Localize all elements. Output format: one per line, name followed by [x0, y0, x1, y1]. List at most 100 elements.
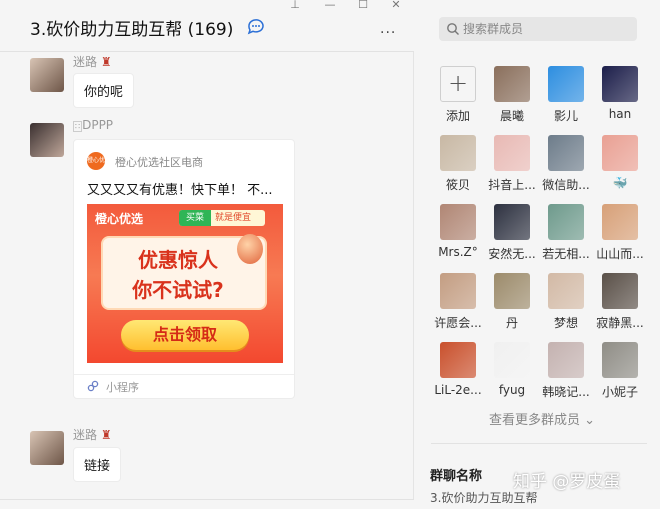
member-name: 若无相...	[542, 247, 590, 261]
member-item[interactable]: 寂静黑...	[596, 273, 644, 333]
sender-name: ∷ DPPP	[73, 118, 114, 132]
avatar[interactable]	[30, 431, 64, 465]
member-name: 许愿会...	[434, 316, 482, 330]
member-avatar	[602, 273, 638, 309]
banner-brand: 橙心优选	[95, 212, 144, 226]
member-name: 筱贝	[445, 178, 470, 192]
claim-button: 点击领取	[121, 320, 249, 350]
member-item[interactable]: 抖音上...	[488, 135, 536, 195]
member-name: fyug	[498, 383, 526, 397]
banner-tag-b: 就是便宜	[215, 213, 252, 223]
group-name-label: 群聊名称	[430, 469, 483, 484]
sender-name: 迷路 ♜	[73, 428, 112, 442]
divider	[74, 374, 294, 375]
member-item[interactable]: 山山而...	[596, 204, 644, 264]
member-avatar	[602, 135, 638, 171]
chat-header: 3.砍价助力互助互帮 (169) ⊥ — ☐ ✕ ···	[0, 0, 414, 52]
member-item[interactable]: Mrs.Z°	[434, 204, 482, 264]
member-item[interactable]: 丹	[488, 273, 536, 333]
member-avatar	[494, 66, 530, 102]
member-item[interactable]: 梦想	[542, 273, 590, 333]
search-icon	[447, 23, 459, 35]
sender-prefix-icon: ∷	[73, 121, 83, 132]
member-avatar	[602, 342, 638, 378]
member-item[interactable]: 若无相...	[542, 204, 590, 264]
sender-badge-icon: ♜	[100, 55, 112, 69]
member-avatar	[440, 204, 476, 240]
banner-headline: 优惠惊人	[138, 248, 218, 272]
member-item[interactable]: LiL-2e...	[434, 342, 482, 402]
member-item[interactable]: 筱贝	[434, 135, 482, 195]
members-panel: + 添加 晨曦 影儿 han 筱贝 抖音上... 微信助... 🐳 Mrs.Z° 安然无... 若无相…	[415, 0, 660, 509]
banner-subheadline: 你不试试?	[132, 278, 224, 302]
divider	[431, 443, 647, 444]
group-chat-icon[interactable]	[246, 17, 266, 35]
watermark-text: 知乎 @罗皮蛋	[513, 472, 621, 492]
banner-tag: 买菜 就是便宜	[179, 210, 265, 226]
avatar[interactable]	[30, 123, 64, 157]
add-member-button[interactable]: + 添加	[434, 66, 482, 126]
member-name: 丹	[505, 316, 518, 330]
more-options-button[interactable]: ···	[380, 26, 404, 40]
member-item[interactable]: 微信助...	[542, 135, 590, 195]
member-item[interactable]: 🐳	[596, 135, 644, 195]
member-item[interactable]: 晨曦	[488, 66, 536, 126]
member-avatar	[548, 135, 584, 171]
member-item[interactable]: fyug	[488, 342, 536, 402]
member-name: 抖音上...	[488, 178, 536, 192]
member-avatar	[548, 66, 584, 102]
member-name: 晨曦	[499, 109, 524, 123]
member-name: 小妮子	[601, 385, 638, 399]
sender-name: 迷路 ♜	[73, 55, 112, 69]
card-banner-image: 橙心优选 买菜 就是便宜 优惠惊人 你不试试? 点击领取	[87, 204, 283, 363]
member-avatar	[494, 204, 530, 240]
member-item[interactable]: han	[596, 66, 644, 126]
member-avatar	[494, 342, 530, 378]
message-bubble[interactable]: 链接	[73, 447, 122, 482]
plus-icon: +	[440, 66, 476, 102]
member-item[interactable]: 许愿会...	[434, 273, 482, 333]
member-avatar	[548, 342, 584, 378]
close-button[interactable]: ✕	[386, 0, 406, 12]
member-avatar	[440, 135, 476, 171]
member-search-input[interactable]	[463, 17, 633, 41]
member-avatar	[602, 66, 638, 102]
member-item[interactable]: 影儿	[542, 66, 590, 126]
card-source: 橙心优选社区电商	[115, 156, 203, 169]
member-name: 梦想	[553, 316, 578, 330]
member-name: 寂静黑...	[596, 316, 644, 330]
balloon-icon	[237, 234, 263, 264]
sender-badge-icon: ♜	[100, 428, 112, 442]
member-name: 影儿	[553, 109, 578, 123]
view-more-members-link[interactable]: 查看更多群成员 ⌄	[489, 409, 595, 428]
member-name: 安然无...	[488, 247, 536, 261]
member-name: Mrs.Z°	[438, 245, 478, 259]
member-avatar	[494, 273, 530, 309]
member-avatar	[494, 135, 530, 171]
chat-pane: 3.砍价助力互助互帮 (169) ⊥ — ☐ ✕ ··· 迷路 ♜ 你的呢 ∷ D…	[0, 0, 414, 509]
member-item[interactable]: 韩晓记...	[542, 342, 590, 402]
maximize-button[interactable]: ☐	[353, 0, 373, 12]
member-name: 山山而...	[596, 247, 644, 261]
member-avatar	[440, 342, 476, 378]
member-name: 韩晓记...	[542, 385, 590, 399]
banner-tag-a: 买菜	[179, 210, 211, 226]
member-search-box[interactable]	[439, 17, 637, 41]
mini-program-card[interactable]: 橙心优选 橙心优选社区电商 又又又又有优惠！快下单！ 不... 橙心优选 买菜 …	[73, 139, 295, 399]
message-bubble[interactable]: 你的呢	[73, 73, 135, 108]
member-avatar	[602, 204, 638, 240]
member-avatar	[548, 273, 584, 309]
member-avatar	[548, 204, 584, 240]
member-name: 微信助...	[542, 178, 590, 192]
avatar[interactable]	[30, 58, 64, 92]
pin-icon[interactable]: ⊥	[285, 0, 305, 12]
member-name: han	[608, 107, 632, 121]
minimize-button[interactable]: —	[320, 0, 340, 12]
chat-title: 3.砍价助力互助互帮 (169)	[30, 20, 234, 40]
member-name: 添加	[445, 109, 470, 123]
member-item[interactable]: 安然无...	[488, 204, 536, 264]
card-type-label: 小程序	[106, 381, 139, 394]
card-description: 又又又又有优惠！快下单！ 不...	[87, 183, 273, 198]
member-item[interactable]: 小妮子	[596, 342, 644, 402]
member-avatar	[440, 273, 476, 309]
